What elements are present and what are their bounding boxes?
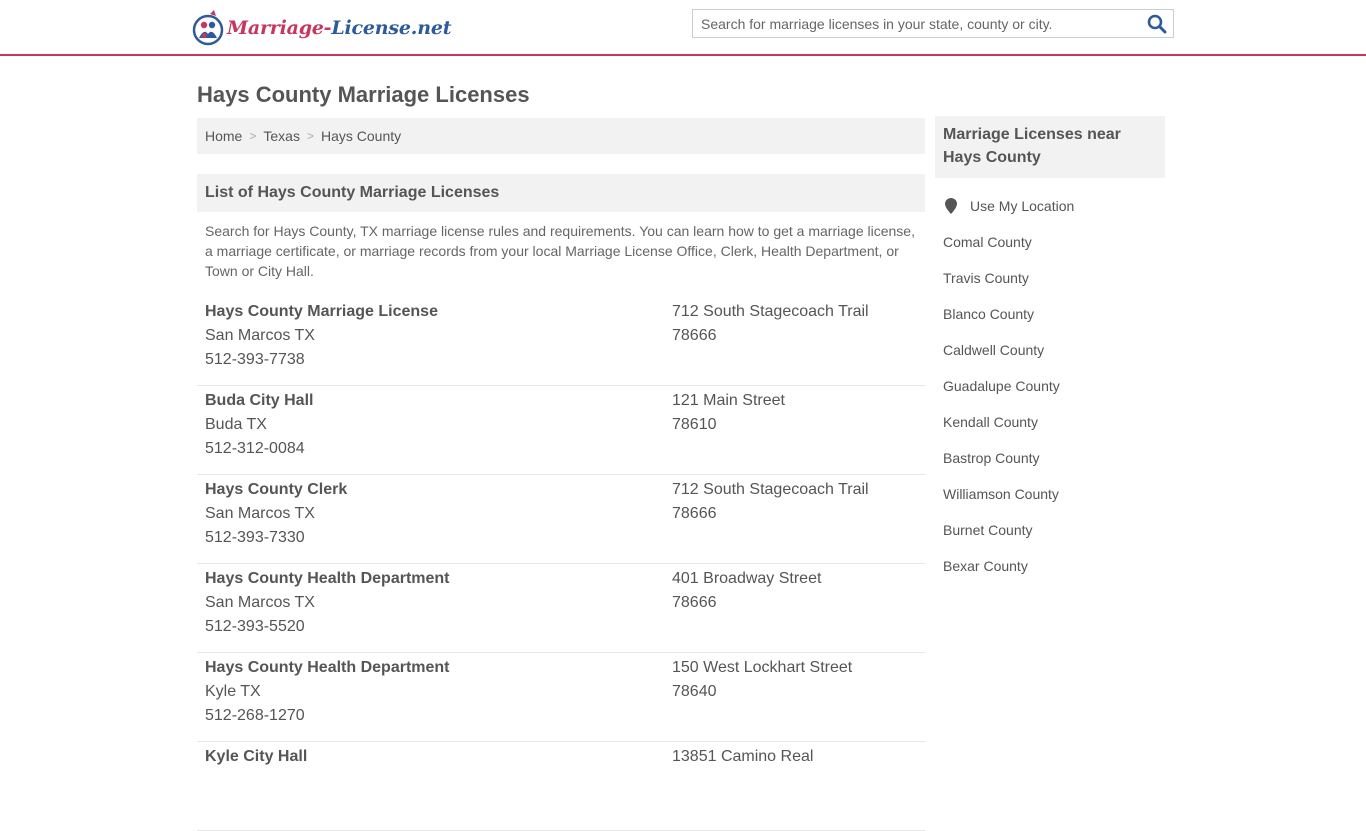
listings: Hays County Marriage License San Marcos … bbox=[197, 297, 925, 831]
nearby-county-list: Use My Location Comal County Travis Coun… bbox=[935, 188, 1165, 584]
listing-item: Hays County Marriage License San Marcos … bbox=[197, 297, 925, 386]
listing-phone: 512-312-0084 bbox=[205, 440, 305, 457]
listing-item: Buda City Hall Buda TX 512-312-0084 121 … bbox=[197, 386, 925, 475]
listing-zip: 78610 bbox=[672, 416, 717, 433]
site-header: Marriage-License.net bbox=[0, 0, 1366, 56]
search-button[interactable] bbox=[1147, 14, 1167, 34]
list-title: List of Hays County Marriage Licenses bbox=[205, 184, 500, 201]
use-my-location-label: Use My Location bbox=[970, 198, 1075, 214]
breadcrumb: Home > Texas > Hays County bbox=[197, 118, 925, 154]
listing-zip: 78666 bbox=[672, 594, 717, 611]
listing-city: Kyle TX bbox=[205, 683, 261, 700]
listing-street: 150 West Lockhart Street bbox=[672, 659, 853, 676]
county-link[interactable]: Guadalupe County bbox=[943, 378, 1060, 394]
county-link[interactable]: Kendall County bbox=[943, 414, 1038, 430]
search-input[interactable] bbox=[693, 10, 1141, 37]
list-header: List of Hays County Marriage Licenses bbox=[197, 174, 925, 212]
listing-zip: 78666 bbox=[672, 327, 717, 344]
listing-phone: 512-393-7738 bbox=[205, 351, 305, 368]
listing-street: 13851 Camino Real bbox=[672, 748, 814, 765]
county-link[interactable]: Bexar County bbox=[943, 558, 1028, 574]
sidebar-item-county[interactable]: Bexar County bbox=[935, 548, 1165, 584]
sidebar-item-county[interactable]: Comal County bbox=[935, 224, 1165, 260]
listing-name-link[interactable]: Kyle City Hall bbox=[205, 748, 307, 765]
use-my-location-button[interactable]: Use My Location bbox=[935, 188, 1165, 224]
map-pin-icon bbox=[945, 198, 957, 214]
listing-name-link[interactable]: Buda City Hall bbox=[205, 392, 313, 409]
sidebar-title: Marriage Licenses near Hays County bbox=[935, 116, 1165, 178]
page-title: Hays County Marriage Licenses bbox=[197, 82, 530, 107]
breadcrumb-separator: > bbox=[306, 129, 314, 143]
sidebar-item-county[interactable]: Caldwell County bbox=[935, 332, 1165, 368]
listing-city: San Marcos TX bbox=[205, 594, 315, 611]
county-link[interactable]: Caldwell County bbox=[943, 342, 1044, 358]
site-logo[interactable]: Marriage-License.net bbox=[192, 8, 451, 48]
listing-city: San Marcos TX bbox=[205, 327, 315, 344]
listing-item: Hays County Health Department San Marcos… bbox=[197, 564, 925, 653]
county-link[interactable]: Burnet County bbox=[943, 522, 1033, 538]
sidebar-item-county[interactable]: Travis County bbox=[935, 260, 1165, 296]
sidebar-item-county[interactable]: Guadalupe County bbox=[935, 368, 1165, 404]
breadcrumb-home[interactable]: Home bbox=[205, 128, 242, 144]
listing-item: Hays County Health Department Kyle TX 51… bbox=[197, 653, 925, 742]
listing-name-link[interactable]: Hays County Health Department bbox=[205, 659, 450, 676]
logo-wordmark-part1: Marriage- bbox=[227, 17, 332, 39]
sidebar-item-county[interactable]: Burnet County bbox=[935, 512, 1165, 548]
listing-phone: 512-393-7330 bbox=[205, 529, 305, 546]
logo-wordmark-part2: License.net bbox=[331, 17, 452, 39]
listing-item: Kyle City Hall 13851 Camino Real bbox=[197, 742, 925, 831]
listing-name-link[interactable]: Hays County Health Department bbox=[205, 570, 450, 587]
county-link[interactable]: Williamson County bbox=[943, 486, 1059, 502]
listing-zip: 78666 bbox=[672, 505, 717, 522]
listing-name-link[interactable]: Hays County Marriage License bbox=[205, 303, 438, 320]
listing-city: San Marcos TX bbox=[205, 505, 315, 522]
listing-zip: 78640 bbox=[672, 683, 717, 700]
listing-phone: 512-393-5520 bbox=[205, 618, 305, 635]
breadcrumb-state[interactable]: Texas bbox=[263, 128, 300, 144]
listing-city: Buda TX bbox=[205, 416, 267, 433]
listing-street: 712 South Stagecoach Trail bbox=[672, 481, 869, 498]
sidebar-item-county[interactable]: Blanco County bbox=[935, 296, 1165, 332]
sidebar-item-county[interactable]: Kendall County bbox=[935, 404, 1165, 440]
county-link[interactable]: Travis County bbox=[943, 270, 1029, 286]
search-box bbox=[692, 9, 1174, 38]
logo-wordmark: Marriage-License.net bbox=[227, 17, 451, 39]
couple-logo-icon bbox=[192, 10, 224, 46]
county-link[interactable]: Blanco County bbox=[943, 306, 1034, 322]
sidebar-item-county[interactable]: Bastrop County bbox=[935, 440, 1165, 476]
listing-street: 401 Broadway Street bbox=[672, 570, 822, 587]
listing-phone: 512-268-1270 bbox=[205, 707, 305, 724]
listing-item: Hays County Clerk San Marcos TX 512-393-… bbox=[197, 475, 925, 564]
listing-street: 712 South Stagecoach Trail bbox=[672, 303, 869, 320]
magnifier-icon bbox=[1147, 14, 1167, 34]
county-link[interactable]: Comal County bbox=[943, 234, 1032, 250]
listing-street: 121 Main Street bbox=[672, 392, 785, 409]
sidebar: Marriage Licenses near Hays County Use M… bbox=[935, 116, 1165, 584]
breadcrumb-county[interactable]: Hays County bbox=[321, 128, 401, 144]
intro-text: Search for Hays County, TX marriage lice… bbox=[205, 223, 915, 279]
county-link[interactable]: Bastrop County bbox=[943, 450, 1040, 466]
breadcrumb-separator: > bbox=[249, 129, 257, 143]
listing-name-link[interactable]: Hays County Clerk bbox=[205, 481, 347, 498]
sidebar-item-county[interactable]: Williamson County bbox=[935, 476, 1165, 512]
